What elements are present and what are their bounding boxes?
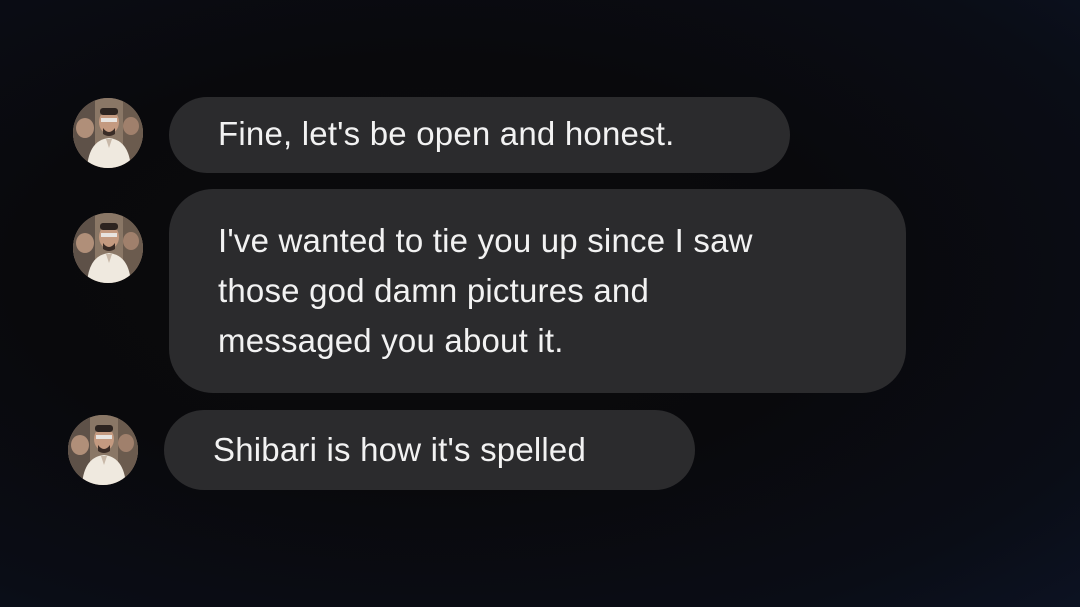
avatar-photo-icon [68,415,138,485]
message-bubble[interactable]: Fine, let's be open and honest. [169,97,790,173]
chat-thread: Fine, let's be open and honest. I've wan… [0,0,1080,607]
avatar-photo-icon [73,98,143,168]
message-bubble[interactable]: I've wanted to tie you up since I saw th… [169,189,906,393]
avatar-photo-icon [73,213,143,283]
contact-avatar[interactable] [73,213,143,283]
message-bubble[interactable]: Shibari is how it's spelled [164,410,695,490]
contact-avatar[interactable] [73,98,143,168]
contact-avatar[interactable] [68,415,138,485]
